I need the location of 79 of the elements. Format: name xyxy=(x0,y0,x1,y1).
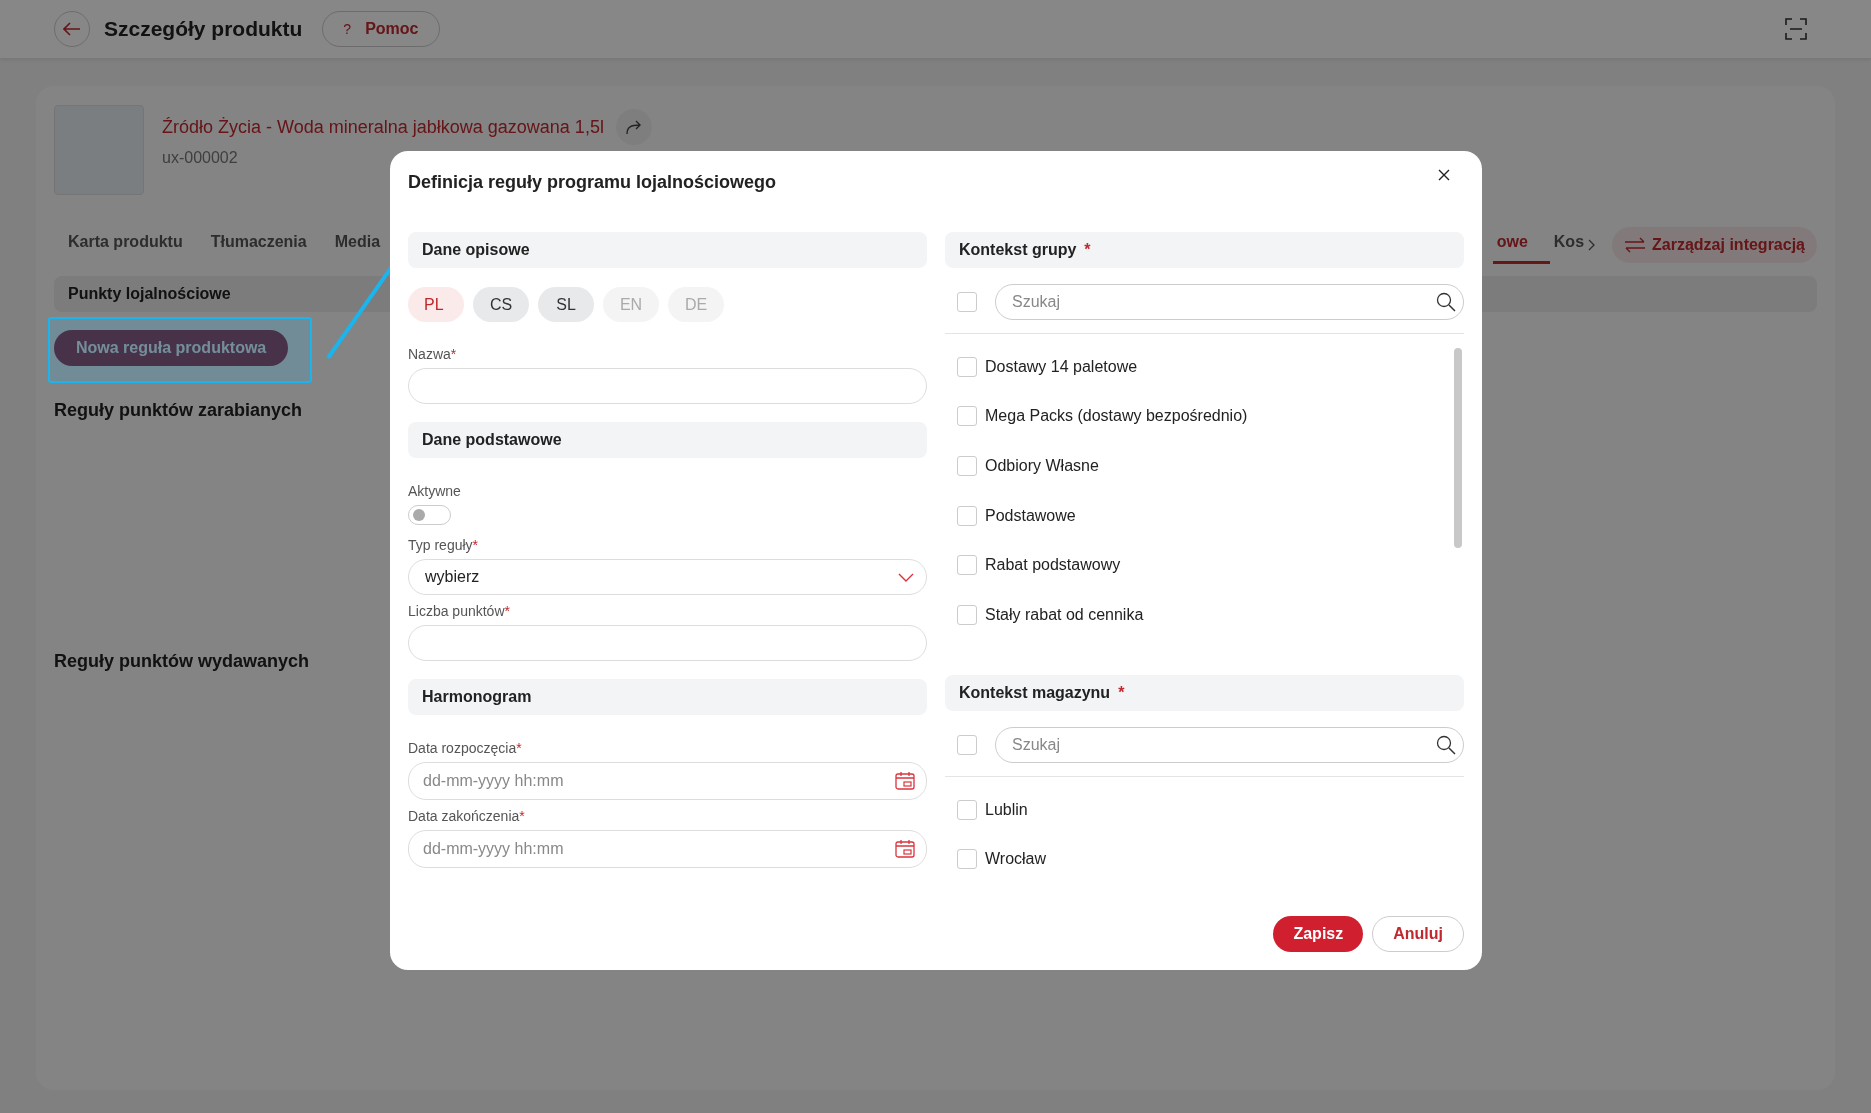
required-mark: * xyxy=(472,537,479,553)
field-label: Data zakończenia xyxy=(408,808,520,824)
text-input[interactable] xyxy=(408,368,927,404)
required-mark: * xyxy=(504,603,510,619)
language-tab[interactable]: CS xyxy=(473,287,529,322)
back-arrow-icon xyxy=(63,22,81,36)
required-mark: * xyxy=(1084,241,1091,259)
swap-arrows-icon xyxy=(1624,236,1647,253)
field-label: Data rozpoczęcia xyxy=(408,740,517,756)
section-header: Dane opisowe xyxy=(408,232,927,268)
field-label: Nazwa xyxy=(408,346,451,362)
checkbox[interactable] xyxy=(957,555,977,576)
cancel-button[interactable]: Anuluj xyxy=(1372,916,1464,952)
checkbox[interactable] xyxy=(957,849,977,870)
question-mark-icon: ? xyxy=(343,21,352,37)
select-all-checkbox[interactable] xyxy=(957,735,977,755)
calendar-icon xyxy=(895,771,915,790)
checkbox[interactable] xyxy=(957,799,977,820)
product-code: ux-000002 xyxy=(162,149,239,167)
calendar-icon xyxy=(895,839,915,858)
section-heading: Reguły punktów wydawanych xyxy=(54,651,310,672)
select-field[interactable]: wybierz xyxy=(408,559,927,595)
share-button[interactable] xyxy=(615,109,652,145)
date-field[interactable]: dd-mm-yyyy hh:mm xyxy=(408,762,927,800)
section-header: Harmonogram xyxy=(408,679,927,715)
required-mark: * xyxy=(450,346,457,362)
section-title: Kontekst grupy xyxy=(959,241,1077,259)
product-name: Źródło Życia - Woda mineralna jabłkowa gazowana 1,5l xyxy=(162,116,604,138)
option-label: Podstawowe xyxy=(985,506,1076,525)
required-mark: * xyxy=(519,808,525,824)
option-label: Lublin xyxy=(985,800,1028,819)
date-field[interactable]: dd-mm-yyyy hh:mm xyxy=(408,830,927,868)
search-field[interactable]: Szukaj xyxy=(995,284,1464,320)
subtab-label[interactable]: Punkty lojalnościowe xyxy=(68,285,231,303)
section-heading: Reguły punktów zarabianych xyxy=(54,400,303,421)
select-all-checkbox[interactable] xyxy=(957,292,977,312)
option-label: Stały rabat od cennika xyxy=(985,605,1144,624)
search-icon xyxy=(1436,292,1456,312)
option-label: Odbiory Własne xyxy=(985,457,1099,475)
checkbox[interactable] xyxy=(957,406,977,427)
field-label: Typ reguły xyxy=(408,537,473,553)
checkbox[interactable] xyxy=(957,505,977,526)
chevron-down-icon xyxy=(898,572,914,582)
required-mark: * xyxy=(516,740,522,756)
save-button[interactable]: Zapisz xyxy=(1273,916,1364,952)
language-tab[interactable]: PL xyxy=(408,287,464,322)
section-header: Dane podstawowe xyxy=(408,422,927,458)
option-label: Wrocław xyxy=(985,850,1047,869)
tab[interactable]: Media xyxy=(320,225,395,264)
back-button[interactable] xyxy=(54,11,90,47)
section-title: Kontekst magazynu xyxy=(959,684,1111,702)
checkbox[interactable] xyxy=(957,456,977,476)
search-field[interactable]: Szukaj xyxy=(995,727,1464,763)
help-button[interactable]: ? Pomoc xyxy=(322,11,440,47)
required-mark: * xyxy=(1118,684,1125,702)
option-label: Mega Packs (dostawy bezpośrednio) xyxy=(985,407,1248,426)
checkbox[interactable] xyxy=(957,356,977,377)
tab[interactable]: Tłumaczenia xyxy=(196,225,321,264)
checkbox[interactable] xyxy=(957,604,977,625)
language-tab[interactable]: SL xyxy=(538,287,594,322)
toggle-switch[interactable] xyxy=(408,505,451,525)
field-label: Aktywne xyxy=(408,483,462,499)
share-arrow-icon xyxy=(624,119,643,135)
text-input[interactable] xyxy=(408,625,927,661)
new-rule-button[interactable]: Nowa reguła produktowa xyxy=(54,330,289,366)
field-label: Liczba punktów xyxy=(408,603,505,619)
scrollbar[interactable] xyxy=(1454,348,1462,548)
close-icon xyxy=(1438,168,1450,181)
page-title: Szczegóły produktu xyxy=(104,17,303,41)
option-label: Dostawy 14 paletowe xyxy=(985,357,1138,376)
chevron-right-icon xyxy=(1588,238,1597,251)
fullscreen-icon xyxy=(1785,18,1807,40)
manage-integration-button[interactable]: Zarządzaj integracją xyxy=(1612,226,1817,263)
dialog-title: Definicja reguły programu lojalnościowego xyxy=(408,172,777,193)
option-label: Rabat podstawowy xyxy=(985,556,1121,575)
tab[interactable]: Karta produktu xyxy=(54,225,197,264)
tab[interactable]: Kos xyxy=(1549,225,1607,264)
search-icon xyxy=(1436,735,1456,755)
tab[interactable]: owe xyxy=(1492,225,1550,264)
